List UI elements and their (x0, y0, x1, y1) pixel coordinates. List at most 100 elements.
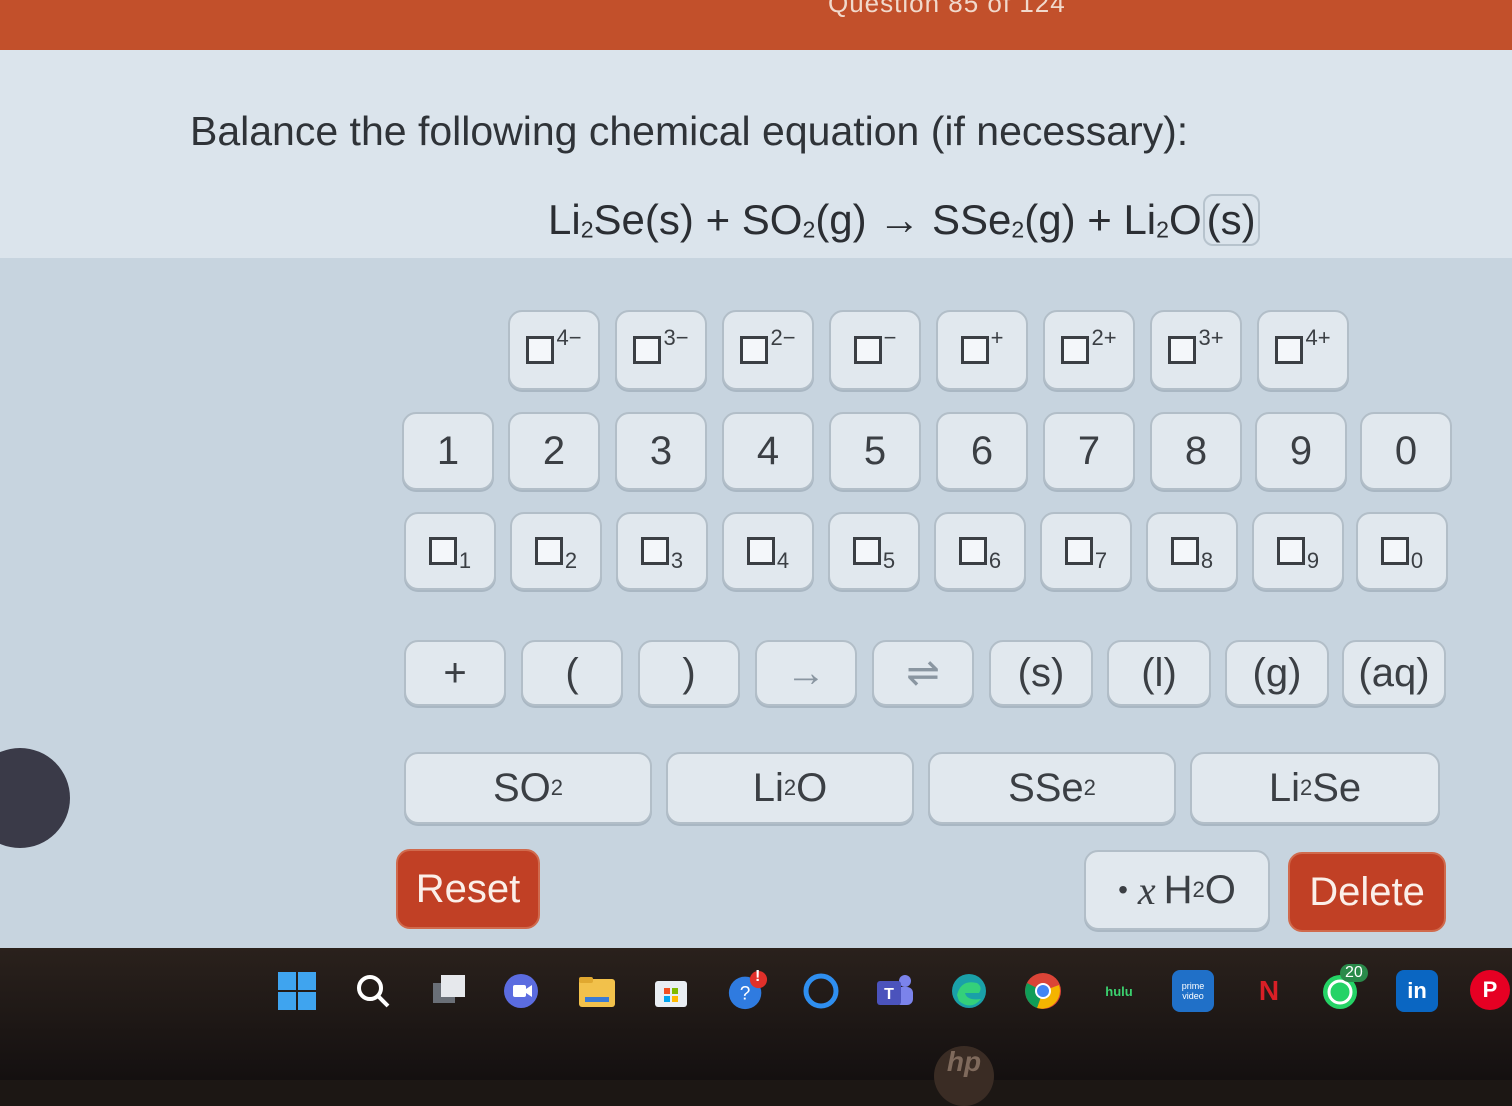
microsoft-store-icon[interactable] (650, 970, 692, 1012)
subscript-label: 1 (458, 548, 472, 573)
charge-key-3plus[interactable]: 3+ (1150, 310, 1242, 390)
teams-icon[interactable]: T (874, 970, 916, 1012)
chemical-equation: Li2Se(s) + SO2(g) → SSe2(g) + Li2O (s) (548, 194, 1260, 246)
species-main: Li (1268, 765, 1300, 810)
hydrate-o: O (1204, 867, 1236, 912)
charge-label: 4− (556, 325, 582, 350)
digit-key-7[interactable]: 7 (1043, 412, 1135, 490)
windows-start-icon[interactable] (276, 970, 318, 1012)
placeholder-box-icon (633, 336, 662, 364)
charge-label: 2− (770, 325, 796, 350)
file-explorer-icon[interactable] (576, 970, 618, 1012)
symbol-key-liquid[interactable]: (l) (1107, 640, 1211, 706)
species-key-sse2[interactable]: SSe 2 (928, 752, 1176, 824)
subscript-key-6[interactable]: 6 (934, 512, 1026, 590)
subscript-label: 7 (1094, 548, 1108, 573)
eq-subscript: 2 (1011, 216, 1025, 243)
chrome-icon[interactable] (1022, 970, 1064, 1012)
charge-key-2plus[interactable]: 2+ (1043, 310, 1135, 390)
subscript-label: 4 (776, 548, 790, 573)
task-view-icon[interactable] (428, 970, 470, 1012)
placeholder-box-icon (960, 336, 989, 364)
charge-key-3minus[interactable]: 3− (615, 310, 707, 390)
placeholder-box-icon (526, 336, 555, 364)
subscript-key-0[interactable]: 0 (1356, 512, 1448, 590)
placeholder-box-icon (853, 336, 882, 364)
reset-button[interactable]: Reset (396, 849, 540, 929)
digit-key-1[interactable]: 1 (402, 412, 494, 490)
edge-icon[interactable] (948, 970, 990, 1012)
subscript-label: 6 (988, 548, 1002, 573)
symbol-key-arrow[interactable]: → (755, 640, 857, 706)
linkedin-icon[interactable]: in (1396, 970, 1438, 1012)
charge-key-minus[interactable]: − (829, 310, 921, 390)
subscript-key-1[interactable]: 1 (404, 512, 496, 590)
species-key-li2se[interactable]: Li 2 Se (1190, 752, 1440, 824)
charge-key-4plus[interactable]: 4+ (1257, 310, 1349, 390)
charge-key-plus[interactable]: + (936, 310, 1028, 390)
help-icon[interactable]: ? ! (726, 968, 768, 1012)
placeholder-box-icon (1170, 537, 1199, 565)
digit-key-5[interactable]: 5 (829, 412, 921, 490)
search-icon[interactable] (352, 970, 394, 1012)
subscript-key-2[interactable]: 2 (510, 512, 602, 590)
placeholder-box-icon (1276, 537, 1305, 565)
symbol-key-close-paren[interactable]: ) (638, 640, 740, 706)
subscript-key-4[interactable]: 4 (722, 512, 814, 590)
netflix-icon[interactable]: N (1248, 970, 1290, 1012)
subscript-key-3[interactable]: 3 (616, 512, 708, 590)
species-main: SO (492, 765, 551, 810)
species-rest: O (796, 765, 828, 810)
cortana-icon[interactable] (800, 970, 842, 1012)
eq-reactant-2: SO (741, 196, 803, 243)
hydrate-h: H (1163, 867, 1193, 912)
delete-button[interactable]: Delete (1288, 852, 1446, 932)
digit-key-0[interactable]: 0 (1360, 412, 1452, 490)
species-key-so2[interactable]: SO 2 (404, 752, 652, 824)
digit-key-4[interactable]: 4 (722, 412, 814, 490)
equation-cursor-box[interactable]: (s) (1202, 194, 1260, 246)
digit-key-6[interactable]: 6 (936, 412, 1028, 490)
pinterest-icon[interactable]: P (1470, 970, 1510, 1010)
whatsapp-icon[interactable]: 20 (1320, 964, 1368, 1012)
placeholder-box-icon (1061, 336, 1090, 364)
svg-text:T: T (884, 986, 894, 1003)
symbol-key-aqueous[interactable]: (aq) (1342, 640, 1446, 706)
prime-video-icon[interactable]: prime video (1172, 970, 1214, 1012)
symbol-key-equilibrium[interactable]: ⇌ (872, 640, 974, 706)
species-subscript: 2 (1299, 775, 1313, 800)
symbol-key-solid[interactable]: (s) (989, 640, 1093, 706)
digit-key-9[interactable]: 9 (1255, 412, 1347, 490)
charge-key-2minus[interactable]: 2− (722, 310, 814, 390)
subscript-key-9[interactable]: 9 (1252, 512, 1344, 590)
symbol-key-open-paren[interactable]: ( (521, 640, 623, 706)
placeholder-box-icon (640, 537, 669, 565)
charge-label: + (990, 325, 1004, 350)
alert-badge: ! (755, 968, 761, 985)
digit-key-2[interactable]: 2 (508, 412, 600, 490)
hydrate-button[interactable]: • x H 2 O (1084, 850, 1270, 930)
top-bar: Question 85 of 124 (0, 0, 1512, 50)
hulu-icon[interactable]: hulu (1098, 970, 1140, 1012)
svg-text:?: ? (740, 984, 751, 1005)
species-key-li2o[interactable]: Li 2 O (666, 752, 914, 824)
prompt-text: Balance the following chemical equation … (190, 108, 1189, 154)
placeholder-box-icon (1168, 336, 1197, 364)
symbol-key-gas[interactable]: (g) (1225, 640, 1329, 706)
placeholder-box-icon (1275, 336, 1304, 364)
subscript-label: 8 (1200, 548, 1214, 573)
digit-key-3[interactable]: 3 (615, 412, 707, 490)
placeholder-box-icon (1064, 537, 1093, 565)
charge-key-4minus[interactable]: 4− (508, 310, 600, 390)
charge-label: − (883, 325, 897, 350)
symbol-key-plus[interactable]: + (404, 640, 506, 706)
subscript-key-5[interactable]: 5 (828, 512, 920, 590)
eq-plus: + (1075, 196, 1124, 243)
question-counter: Question 85 of 124 (828, 0, 1066, 18)
placeholder-box-icon (1380, 537, 1409, 565)
chat-icon[interactable] (500, 970, 542, 1012)
species-main: SSe (1008, 765, 1084, 810)
subscript-key-8[interactable]: 8 (1146, 512, 1238, 590)
subscript-key-7[interactable]: 7 (1040, 512, 1132, 590)
digit-key-8[interactable]: 8 (1150, 412, 1242, 490)
